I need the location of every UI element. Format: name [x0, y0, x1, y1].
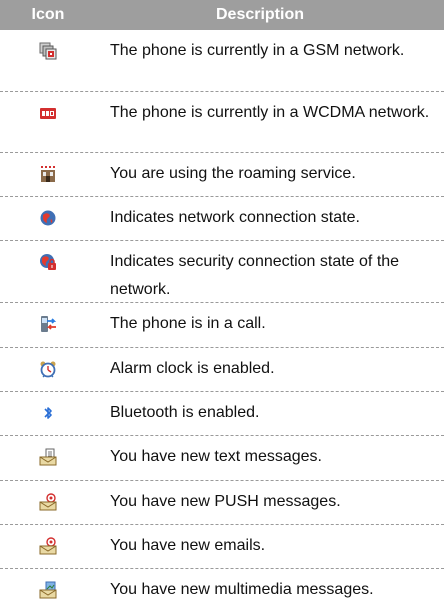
row-description: Indicates security connection state of t… — [110, 253, 400, 298]
table-row: The phone is currently in a WCDMA networ… — [0, 92, 444, 153]
bluetooth-icon — [44, 407, 52, 419]
gsm-network-icon — [39, 42, 57, 60]
in-call-icon — [41, 316, 57, 332]
row-description: The phone is in a call. — [110, 315, 266, 332]
email-icon — [39, 537, 57, 555]
row-description: You are using the roaming service. — [110, 165, 356, 182]
row-description: You have new multimedia messages. — [110, 581, 374, 598]
row-description: Indicates network connection state. — [110, 209, 360, 226]
roaming-icon — [41, 166, 55, 182]
network-connection-icon — [40, 210, 56, 226]
table-row: Indicates network connection state. — [0, 197, 444, 241]
table-row: Alarm clock is enabled. — [0, 348, 444, 392]
text-message-icon — [39, 448, 57, 466]
header-description-label: Description — [215, 6, 304, 23]
row-description: You have new text messages. — [110, 448, 322, 465]
table-row: The phone is in a call. — [0, 303, 444, 348]
row-description: You have new PUSH messages. — [110, 493, 341, 510]
status-icon-table: Icon Description The phone is currently … — [0, 0, 444, 614]
multimedia-message-icon — [39, 581, 57, 599]
row-description: The phone is currently in a GSM network. — [110, 42, 405, 59]
table-row: You are using the roaming service. — [0, 153, 444, 197]
table-row: The phone is currently in a GSM network. — [0, 30, 444, 92]
table-row: Indicates security connection state of t… — [0, 241, 444, 303]
table-row: Bluetooth is enabled. — [0, 392, 444, 436]
table-header: Icon Description — [0, 0, 444, 30]
row-description: Bluetooth is enabled. — [110, 404, 260, 421]
row-description: You have new emails. — [110, 537, 266, 554]
table-row: You have new text messages. — [0, 436, 444, 481]
secure-connection-icon — [40, 254, 56, 270]
wcdma-network-icon — [40, 108, 56, 119]
header-icon-label: Icon — [31, 6, 65, 23]
row-description: Alarm clock is enabled. — [110, 360, 275, 377]
push-message-icon — [39, 493, 57, 511]
row-description: The phone is currently in a WCDMA networ… — [110, 104, 430, 121]
table-row: You have new emails. — [0, 525, 444, 569]
alarm-clock-icon — [40, 361, 56, 378]
table-row: You have new PUSH messages. — [0, 481, 444, 525]
